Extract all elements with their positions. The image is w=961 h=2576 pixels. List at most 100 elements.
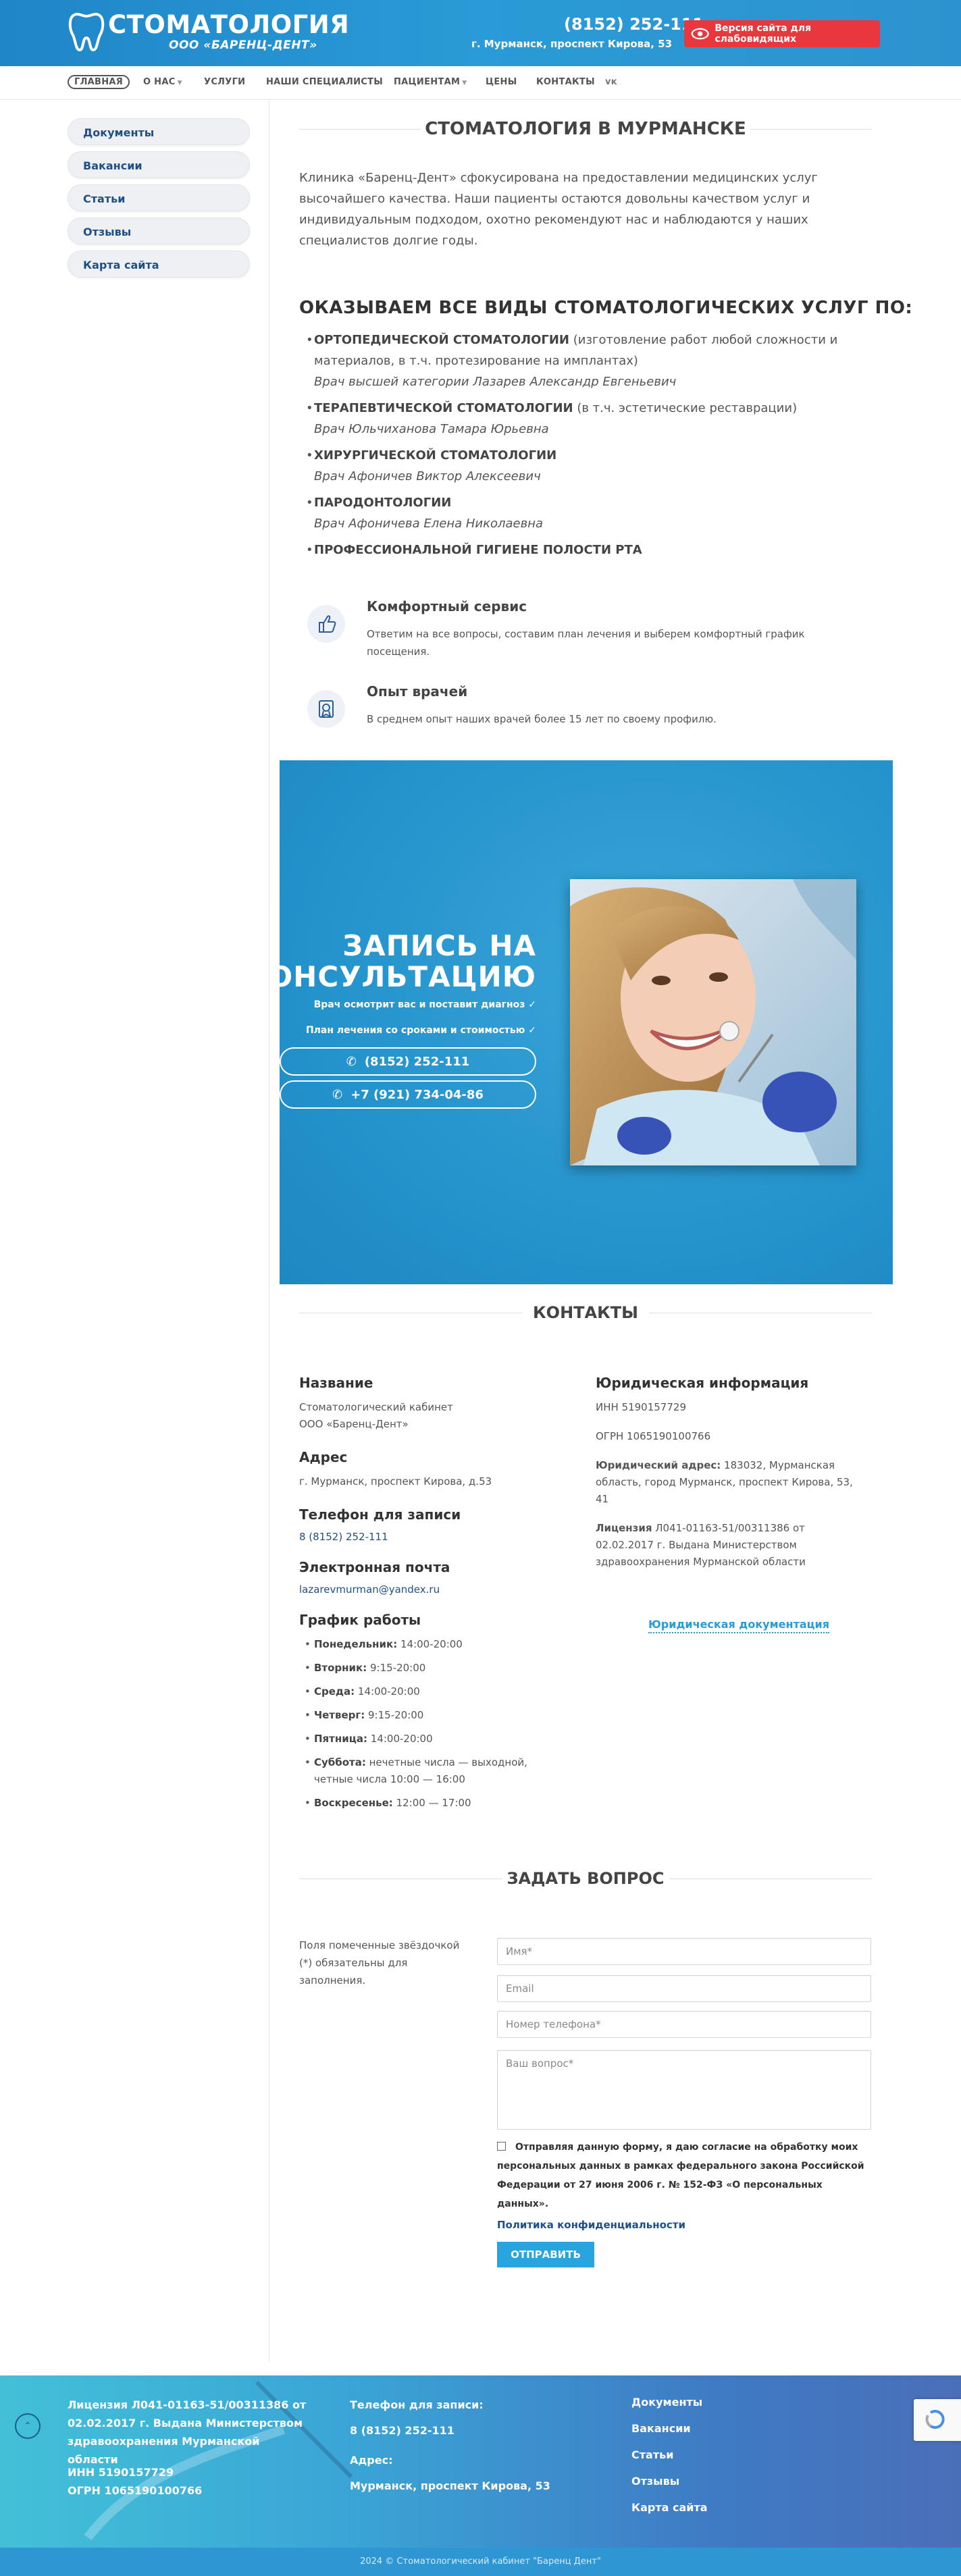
title-rule-right: [750, 129, 872, 130]
name-heading: Название: [299, 1375, 373, 1391]
nav-contacts[interactable]: КОНТАКТЫ: [536, 77, 595, 87]
recaptcha-badge[interactable]: [914, 2399, 961, 2441]
legal-docs-link[interactable]: Юридическая документация: [648, 1618, 829, 1633]
list-item: Вторник: 9:15-20:00: [305, 1660, 542, 1677]
vk-icon[interactable]: ᴠᴋ: [605, 77, 617, 87]
nav-prices[interactable]: ЦЕНЫ: [486, 77, 517, 87]
thumbs-up-icon: [307, 605, 345, 643]
services-list: ОРТОПЕДИЧЕСКОЙ СТОМАТОЛОГИИ (изготовлени…: [306, 330, 854, 566]
footer-address-heading: Адрес:: [350, 2454, 393, 2467]
sidebar-item-documents[interactable]: Документы: [68, 118, 250, 145]
list-item: Пятница: 14:00-20:00: [305, 1731, 542, 1747]
consent-checkbox[interactable]: [497, 2142, 506, 2151]
feature-text: В среднем опыт наших врачей более 15 лет…: [367, 713, 717, 725]
hours-day: Вторник:: [314, 1662, 367, 1674]
sidebar-item-reviews[interactable]: Отзывы: [68, 217, 250, 244]
feature-experience: Опыт врачей В среднем опыт наших врачей …: [307, 683, 861, 744]
intro-text: Клиника «Баренц-Дент» сфокусирована на п…: [299, 171, 818, 248]
submit-button[interactable]: ОТПРАВИТЬ: [497, 2242, 594, 2267]
page-title: СТОМАТОЛОГИЯ В МУРМАНСКЕ: [425, 119, 746, 139]
contact-phone-link[interactable]: 8 (8152) 252-111: [299, 1531, 542, 1543]
feature-title: Комфортный сервис: [367, 598, 527, 614]
scroll-top-button[interactable]: ⌃: [15, 2413, 41, 2439]
consent-text: Отправляя данную форму, я даю согласие н…: [497, 2142, 864, 2209]
hours-day: Пятница:: [314, 1733, 367, 1745]
feature-comfort: Комфортный сервис Ответим на все вопросы…: [307, 598, 861, 666]
footer-link-vacancies[interactable]: Вакансии: [631, 2422, 708, 2448]
footer-address: Мурманск, проспект Кирова, 53: [350, 2479, 550, 2492]
hours-time: 12:00 — 17:00: [392, 1797, 471, 1809]
footer: ⌃ Лицензия Л041-01163-51/00311386 от 02.…: [0, 2375, 961, 2548]
service-extra: (в т.ч. эстетические реставрации): [573, 401, 798, 415]
chevron-down-icon: ▼: [462, 80, 467, 86]
hours-day: Четверг:: [314, 1709, 365, 1721]
hours-day: Суббота:: [314, 1756, 366, 1768]
list-item: Четверг: 9:15-20:00: [305, 1707, 542, 1724]
contact-email-link[interactable]: lazarevmurman@yandex.ru: [299, 1583, 542, 1596]
form-note: Поля помеченные звёздочкой (*) обязатель…: [299, 1939, 460, 1987]
nav-about[interactable]: О НАС ▼: [143, 77, 182, 87]
footer-link-documents[interactable]: Документы: [631, 2396, 708, 2422]
title-rule-right: [669, 1878, 872, 1879]
hours-day: Воскресенье:: [314, 1797, 393, 1809]
nav-patients[interactable]: ПАЦИЕНТАМ ▼: [394, 77, 467, 87]
service-doctor: Врач Юльчиханова Тамара Юрьевна: [314, 422, 549, 436]
list-item: Воскресенье: 12:00 — 17:00: [305, 1795, 542, 1812]
name-field[interactable]: Имя*: [497, 1938, 871, 1965]
consultation-banner: ЗАПИСЬ НА КОНСУЛЬТАЦИЮ Врач осмотрит вас…: [280, 760, 893, 1284]
form-title-wrap: ЗАДАТЬ ВОПРОС: [299, 1869, 872, 1888]
address-heading: Адрес: [299, 1449, 348, 1465]
service-name: ПАРОДОНТОЛОГИИ: [314, 496, 452, 510]
feature-title: Опыт врачей: [367, 683, 468, 700]
nav-services[interactable]: УСЛУГИ: [204, 77, 245, 87]
hours-heading: График работы: [299, 1612, 421, 1628]
hours-time: 14:00-20:00: [397, 1638, 463, 1650]
title-rule-left: [299, 129, 421, 130]
logo[interactable]: СТОМАТОЛОГИЯ ООО «БАРЕНЦ-ДЕНТ»: [68, 11, 349, 53]
email-field[interactable]: Email: [497, 1975, 871, 2002]
low-vision-button[interactable]: Версия сайта для слабовидящих: [684, 20, 880, 47]
contacts-left: Название Стоматологический кабинет ООО «…: [299, 1375, 542, 1818]
patient-smiling-image: [570, 879, 856, 1165]
legal-address: Юридический адрес: 183032, Мурманская об…: [596, 1457, 866, 1508]
license-label: Лицензия: [596, 1522, 652, 1534]
address-value: г. Мурманск, проспект Кирова, д.53: [299, 1475, 492, 1488]
title-rule-left: [299, 1878, 502, 1879]
banner-phone-button-2[interactable]: ✆ +7 (921) 734-04-86: [280, 1080, 536, 1109]
banner-phone-button-1[interactable]: ✆ (8152) 252-111: [280, 1047, 536, 1076]
service-name: ХИРУРГИЧЕСКОЙ СТОМАТОЛОГИИ: [314, 448, 557, 463]
name-value: Стоматологический кабинет ООО «Баренц-Де…: [299, 1401, 453, 1430]
footer-link-sitemap[interactable]: Карта сайта: [631, 2501, 708, 2527]
question-field[interactable]: Ваш вопрос*: [497, 2050, 871, 2130]
sidebar-item-vacancies[interactable]: Вакансии: [68, 151, 250, 178]
logo-subtitle: ООО «БАРЕНЦ-ДЕНТ»: [169, 38, 317, 52]
footer-link-reviews[interactable]: Отзывы: [631, 2475, 708, 2501]
list-item: Понедельник: 14:00-20:00: [305, 1636, 542, 1653]
contacts-title: КОНТАКТЫ: [533, 1303, 638, 1322]
footer-link-articles[interactable]: Статьи: [631, 2448, 708, 2475]
nav-home[interactable]: ГЛАВНАЯ: [68, 75, 130, 89]
service-name: ОРТОПЕДИЧЕСКОЙ СТОМАТОЛОГИИ: [314, 333, 569, 347]
service-name: ТЕРАПЕВТИЧЕСКОЙ СТОМАТОЛОГИИ: [314, 401, 573, 415]
privacy-policy-link[interactable]: Политика конфиденциальности: [497, 2219, 685, 2231]
service-name: ПРОФЕССИОНАЛЬНОЙ ГИГИЕНЕ ПОЛОСТИ РТА: [314, 543, 642, 557]
list-item: Среда: 14:00-20:00: [305, 1683, 542, 1700]
footer-phone[interactable]: 8 (8152) 252-111: [350, 2421, 454, 2440]
header-phone[interactable]: (8152) 252-111: [564, 15, 704, 34]
phone-field[interactable]: Номер телефона*: [497, 2011, 871, 2038]
service-doctor: Врач Афоничева Елена Николаевна: [314, 517, 544, 531]
eye-icon: [691, 28, 709, 40]
phone-icon: ✆: [332, 1087, 343, 1102]
logo-title: СТОМАТОЛОГИЯ: [108, 10, 350, 39]
hours-time: 14:00-20:00: [367, 1733, 433, 1745]
feature-text: Ответим на все вопросы, составим план ле…: [367, 628, 805, 658]
nav-specialists[interactable]: НАШИ СПЕЦИАЛИСТЫ: [266, 77, 383, 87]
footer-inn: ИНН 5190157729: [68, 2466, 174, 2479]
form-title: ЗАДАТЬ ВОПРОС: [507, 1869, 665, 1888]
ogrn-value: ОГРН 1065190100766: [596, 1430, 711, 1442]
chevron-down-icon: ▼: [177, 80, 182, 86]
sidebar-item-articles[interactable]: Статьи: [68, 184, 250, 211]
sidebar-item-sitemap[interactable]: Карта сайта: [68, 251, 250, 278]
banner-note-plan: План лечения со сроками и стоимостью ✓: [305, 1025, 536, 1036]
hours-day: Понедельник:: [314, 1638, 398, 1650]
